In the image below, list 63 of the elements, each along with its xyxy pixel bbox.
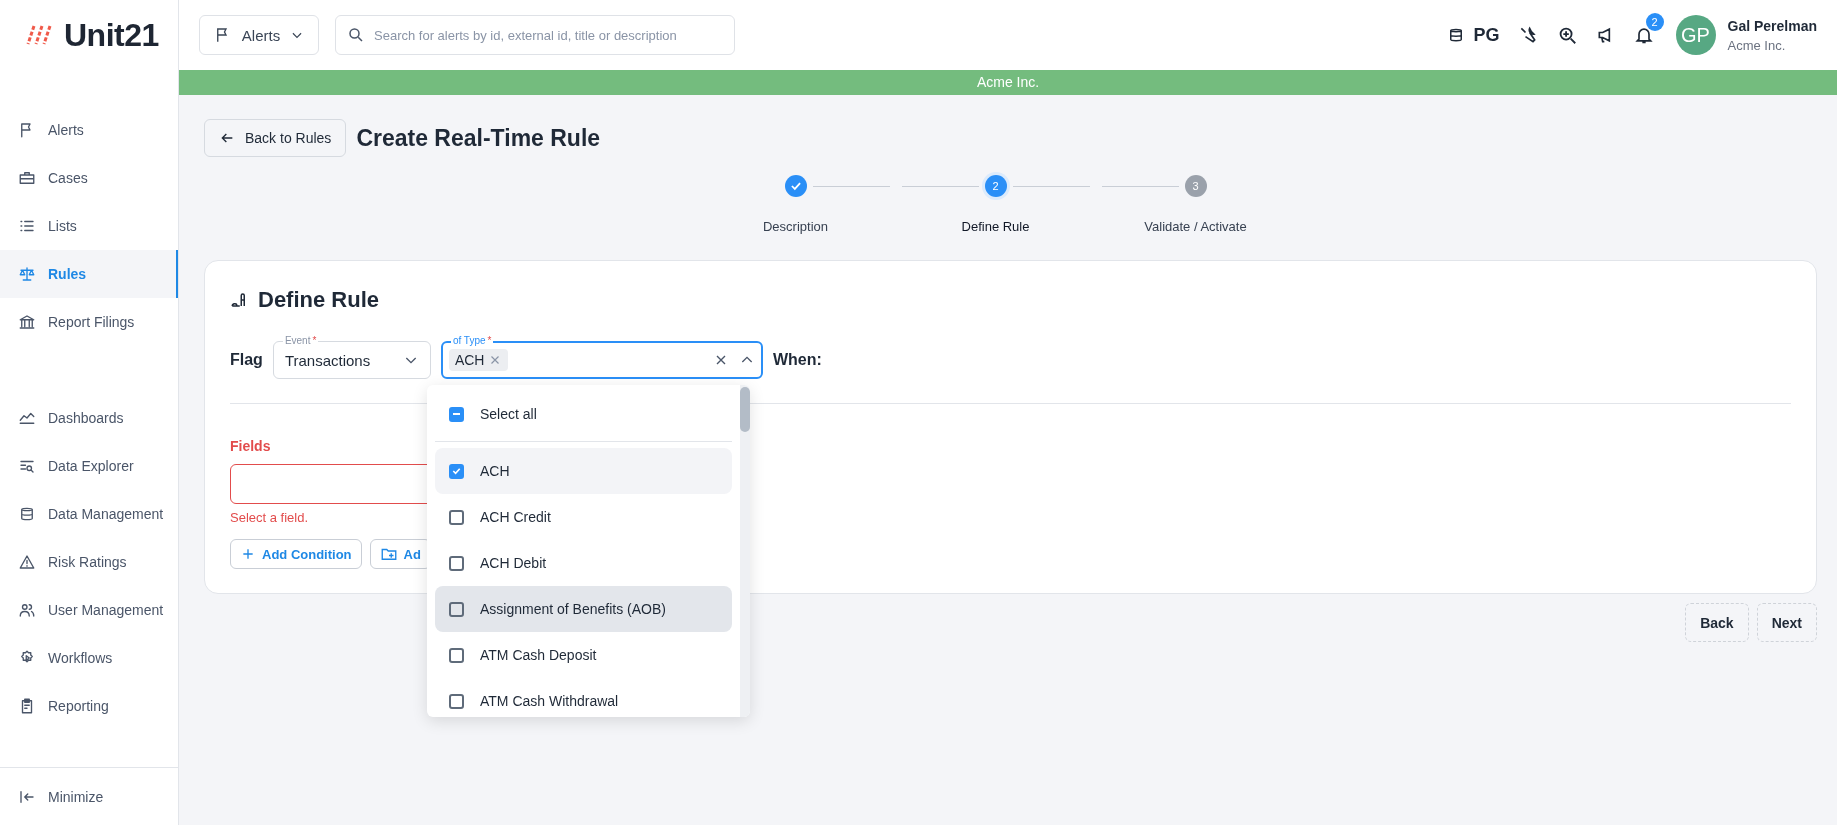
sidebar-item[interactable]: Risk Ratings [0, 538, 178, 586]
when-label: When: [772, 350, 822, 370]
nav-icon [18, 265, 36, 283]
nav-icon [18, 553, 36, 571]
nav-icon [18, 313, 36, 331]
fields-label: Fields [230, 438, 271, 454]
type-select[interactable]: of Type * ACH [440, 333, 763, 379]
event-select[interactable]: Event * Transactions [272, 333, 431, 379]
type-chip: ACH [448, 349, 509, 371]
scrollbar-thumb[interactable] [740, 387, 750, 432]
step-label: Define Rule [961, 219, 1030, 234]
section-title: Define Rule [258, 287, 380, 313]
checkbox[interactable] [449, 406, 464, 422]
module-select[interactable]: Alerts [199, 15, 319, 55]
sidebar-item[interactable]: Workflows [0, 634, 178, 682]
search-icon [347, 26, 365, 44]
checkbox[interactable] [449, 509, 464, 525]
sidebar-item[interactable]: Cases [0, 154, 178, 202]
nav-icon [18, 601, 36, 619]
minimize-button[interactable]: Minimize [0, 767, 178, 825]
type-option[interactable]: ATM Cash Deposit [435, 632, 732, 678]
nav-button[interactable]: Back [1685, 603, 1749, 642]
plus-icon [240, 546, 256, 562]
logo-text: Unit21 [64, 16, 159, 54]
back-button[interactable]: Back to Rules [204, 119, 347, 157]
type-option[interactable]: ACH Debit [435, 540, 732, 586]
sidebar-item[interactable]: Alerts [0, 106, 178, 154]
nav-button[interactable]: Next [1756, 603, 1817, 642]
type-option[interactable]: ACH Credit [435, 494, 732, 540]
select-all-option[interactable]: Select all [435, 391, 732, 437]
type-option[interactable]: ATM Cash Withdrawal [435, 678, 732, 717]
bell-icon [1633, 25, 1654, 45]
checkbox[interactable] [449, 555, 464, 571]
step-indicator: 2 [984, 175, 1007, 197]
type-option[interactable]: ACH [435, 448, 732, 494]
checkbox[interactable] [449, 693, 464, 709]
nav-icon [18, 505, 36, 523]
page-title: Create Real-Time Rule [356, 124, 601, 152]
error-message: Select a field. [230, 510, 309, 525]
user-org: Acme Inc. [1727, 37, 1787, 53]
field-label: of Type * [450, 334, 494, 348]
sidebar-item[interactable]: User Management [0, 586, 178, 634]
environment-banner: Acme Inc. [179, 70, 1837, 95]
sidebar-item[interactable]: Reporting [0, 682, 178, 730]
user-name: Gal Perelman [1727, 17, 1817, 34]
sidebar-item[interactable]: Data Management [0, 490, 178, 538]
sidebar-item[interactable]: Data Explorer [0, 442, 178, 490]
sidebar-item[interactable]: Lists [0, 202, 178, 250]
type-option[interactable]: Assignment of Benefits (AOB) [435, 586, 732, 632]
add-button[interactable]: Add Condition [230, 539, 362, 569]
checkbox[interactable] [449, 647, 464, 663]
flag-label: Flag [230, 350, 263, 370]
checkbox[interactable] [449, 463, 464, 479]
sidebar-item[interactable]: Dashboards [0, 394, 178, 442]
step-label: Description [763, 219, 828, 234]
search-field[interactable]: Search for alerts by id, external id, title or description [335, 15, 735, 55]
step-indicator: 3 [1184, 175, 1207, 197]
notification-badge: 2 [1645, 13, 1664, 31]
step-label: Validate / Activate [1144, 219, 1247, 234]
database-label: PG [1473, 24, 1500, 46]
nav-icon [18, 169, 36, 187]
checkbox[interactable] [449, 601, 464, 617]
sidebar-item[interactable]: Report Filings [0, 298, 178, 346]
